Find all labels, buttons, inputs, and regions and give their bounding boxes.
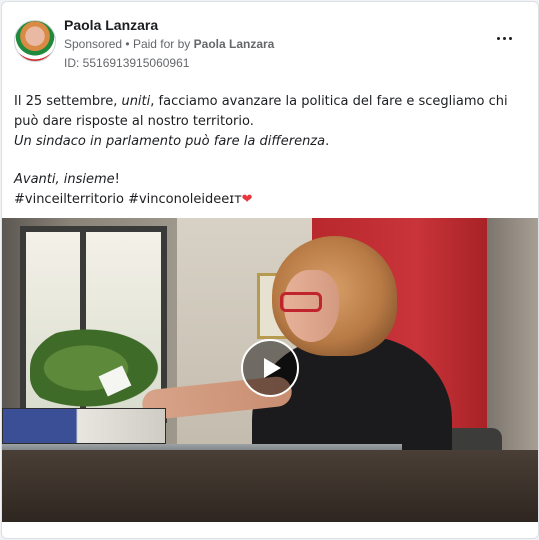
text-paragraph-2: Un sindaco in parlamento può fare la dif… — [14, 134, 330, 149]
card-footer — [2, 522, 538, 538]
play-button[interactable] — [241, 339, 299, 397]
sponsored-label: Sponsored — [64, 37, 123, 51]
text-paragraph-1: Il 25 settembre, uniti, facciamo avanzar… — [14, 94, 508, 129]
paid-for-prefix: Paid for by — [132, 37, 191, 51]
play-icon — [264, 358, 281, 378]
video-thumbnail[interactable] — [2, 218, 538, 522]
heart-icon: ❤ — [241, 192, 253, 207]
post-header: Paola Lanzara Sponsored • Paid for by Pa… — [14, 16, 526, 72]
post-text: Il 25 settembre, uniti, facciamo avanzar… — [14, 92, 526, 210]
ad-card: Paola Lanzara Sponsored • Paid for by Pa… — [1, 1, 539, 539]
ad-id: ID: 5516913915060961 — [64, 56, 190, 70]
paid-for-name: Paola Lanzara — [193, 37, 275, 51]
text-paragraph-3: Avanti, insieme! — [14, 172, 120, 187]
more-options-icon[interactable] — [490, 28, 518, 48]
meta-separator: • — [125, 37, 130, 51]
hashtags[interactable]: #vinceilterritorio #vinconoleideeɪᴛ❤ — [14, 190, 526, 210]
author-name[interactable]: Paola Lanzara — [64, 17, 158, 33]
avatar[interactable] — [14, 20, 56, 62]
sponsored-meta: Sponsored • Paid for by Paola Lanzara — [64, 37, 274, 51]
